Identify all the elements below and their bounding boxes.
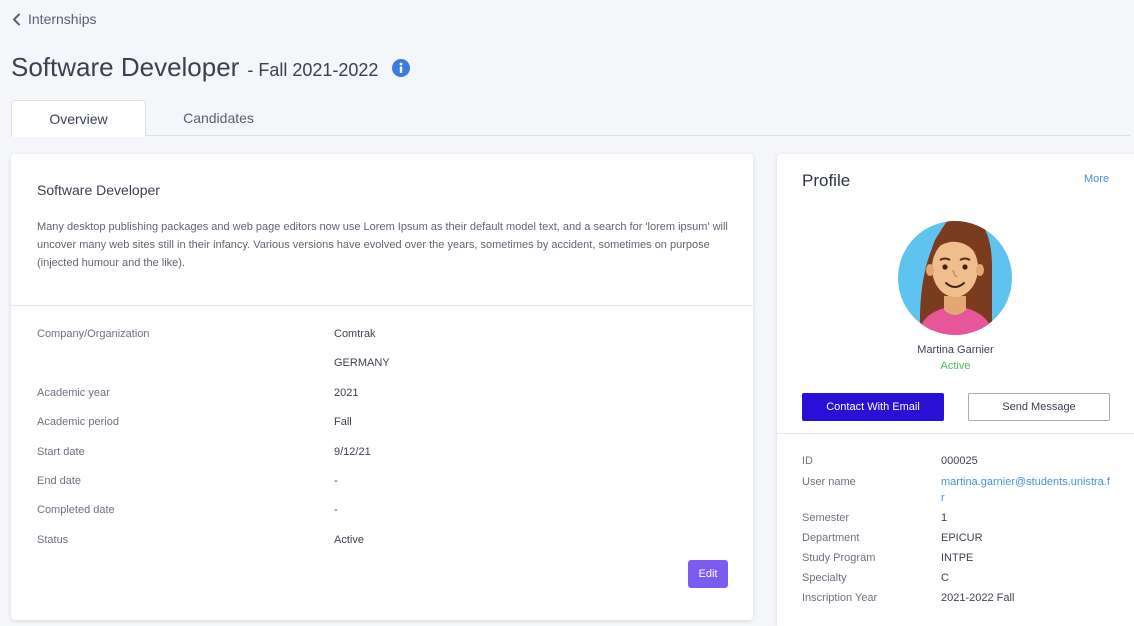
profile-label: Specialty	[802, 572, 847, 584]
internship-details-card: Software Developer Many desktop publishi…	[11, 154, 753, 620]
profile-label: Study Program	[802, 552, 876, 564]
detail-row-start-date: Start date 9/12/21	[11, 446, 753, 466]
profile-label: Inscription Year	[802, 592, 878, 604]
profile-value: EPICUR	[941, 532, 983, 544]
edit-button[interactable]: Edit	[688, 560, 728, 588]
detail-label: Academic year	[37, 387, 110, 399]
send-message-button[interactable]: Send Message	[968, 393, 1110, 421]
profile-card: Profile More Martina Garnier Active Cont…	[777, 154, 1134, 626]
tab-candidates[interactable]: Candidates	[161, 100, 276, 136]
detail-row-company: Company/Organization Comtrak	[11, 328, 753, 348]
page-subtitle: - Fall 2021-2022	[247, 60, 379, 80]
avatar	[898, 210, 1013, 335]
detail-label: Academic period	[37, 416, 119, 428]
job-description: Many desktop publishing packages and web…	[37, 221, 728, 269]
profile-value: 2021-2022 Fall	[941, 592, 1015, 604]
divider	[777, 433, 1134, 434]
profile-value: 000025	[941, 455, 978, 467]
detail-row-academic-period: Academic period Fall	[11, 416, 753, 436]
more-link[interactable]: More	[1084, 173, 1109, 185]
detail-value: 9/12/21	[334, 446, 371, 458]
detail-value: -	[334, 504, 338, 516]
detail-value: Fall	[334, 416, 352, 428]
info-circle-icon[interactable]	[392, 58, 411, 77]
back-link-label: Internships	[28, 11, 97, 27]
detail-label: Start date	[37, 446, 85, 458]
detail-value: GERMANY	[334, 357, 390, 369]
profile-value: C	[941, 572, 949, 584]
back-link[interactable]: Internships	[12, 11, 96, 27]
profile-label: ID	[802, 455, 813, 467]
detail-value: 2021	[334, 387, 359, 399]
email-link[interactable]: martina.garnier@students.unistra.fr	[941, 474, 1113, 506]
job-title: Software Developer	[37, 182, 160, 198]
detail-row-end-date: End date -	[11, 475, 753, 495]
detail-label: Completed date	[37, 504, 115, 516]
page-title: Software Developer	[11, 52, 240, 82]
detail-row-academic-year: Academic year 2021	[11, 387, 753, 407]
tab-bar: Overview Candidates	[11, 100, 1130, 137]
detail-row-status: Status Active	[11, 534, 753, 554]
detail-value: -	[334, 475, 338, 487]
profile-value: INTPE	[941, 552, 974, 564]
profile-value: 1	[941, 512, 948, 524]
profile-name: Martina Garnier	[917, 344, 994, 356]
profile-status: Active	[940, 360, 971, 372]
detail-value: Comtrak	[334, 328, 376, 340]
divider	[11, 305, 753, 306]
contact-email-button[interactable]: Contact With Email	[802, 393, 944, 421]
tab-overview[interactable]: Overview	[11, 100, 146, 137]
detail-row-country: GERMANY	[11, 357, 753, 377]
profile-label: Semester	[802, 512, 850, 524]
profile-label: Department	[802, 532, 860, 544]
detail-row-completed-date: Completed date -	[11, 504, 753, 524]
detail-label: Status	[37, 534, 69, 546]
detail-label: Company/Organization	[37, 328, 150, 340]
chevron-left-icon	[12, 12, 22, 26]
page-header: Software Developer - Fall 2021-2022	[11, 52, 411, 83]
detail-label: End date	[37, 475, 82, 487]
profile-label: User name	[802, 476, 856, 488]
status-value: Active	[334, 534, 364, 546]
profile-title: Profile	[802, 171, 851, 190]
